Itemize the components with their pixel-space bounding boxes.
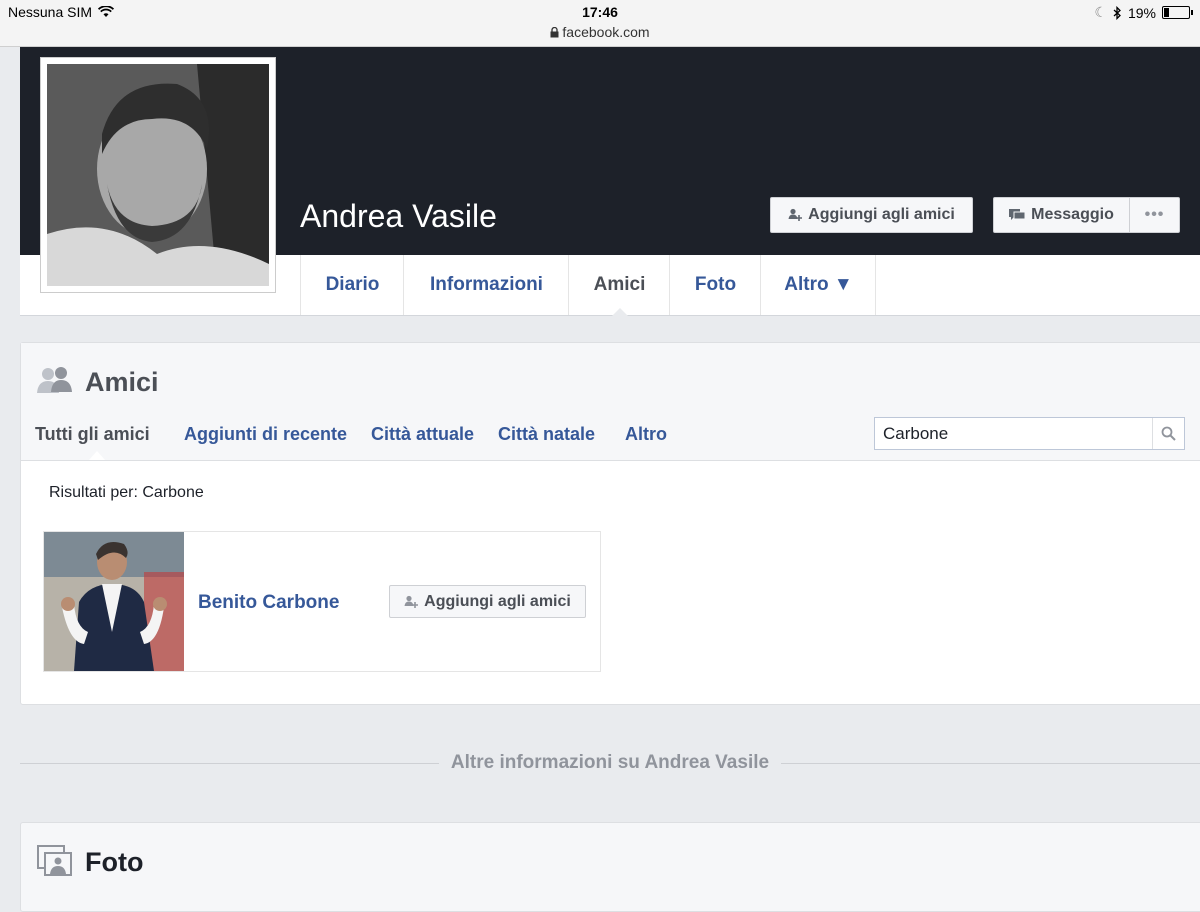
- clock: 17:46: [582, 4, 618, 20]
- tab-label: Informazioni: [430, 274, 543, 295]
- status-bar: Nessuna SIM 17:46 facebook.com ☾ 19%: [0, 0, 1200, 47]
- tab-diario[interactable]: Diario: [300, 255, 404, 315]
- profile-name: Andrea Vasile: [300, 198, 497, 234]
- more-info-heading: Altre informazioni su Andrea Vasile: [0, 752, 1200, 774]
- photos-section: Foto: [20, 822, 1200, 912]
- subtab-recently-added[interactable]: Aggiunti di recente: [184, 424, 347, 445]
- lock-icon: [550, 26, 559, 38]
- url-text: facebook.com: [562, 24, 650, 40]
- friend-name-link[interactable]: Benito Carbone: [198, 592, 339, 614]
- tab-label: Foto: [694, 274, 737, 295]
- address-bar[interactable]: facebook.com: [0, 24, 1200, 40]
- message-icon: [1009, 208, 1026, 220]
- photos-title: Foto: [85, 847, 144, 877]
- more-info-text: Altre informazioni su Andrea Vasile: [438, 752, 782, 773]
- tab-divider: [875, 255, 876, 315]
- friends-title: Amici: [85, 367, 159, 397]
- subtab-current-city[interactable]: Città attuale: [371, 424, 474, 445]
- message-label: Messaggio: [1031, 206, 1114, 223]
- subtab-more[interactable]: Altro: [625, 424, 667, 445]
- tab-amici[interactable]: Amici: [568, 255, 670, 316]
- friends-search: [874, 417, 1185, 450]
- moon-icon: ☾: [1094, 4, 1107, 20]
- friends-header: Amici Tutti gli amici Aggiunti di recent…: [21, 343, 1200, 461]
- results-label: Risultati per: Carbone: [49, 484, 204, 501]
- profile-photo-image: [47, 64, 269, 286]
- photos-icon: [37, 845, 72, 876]
- subtab-all-friends[interactable]: Tutti gli amici: [35, 424, 150, 445]
- add-friend-label: Aggiungi agli amici: [808, 206, 955, 223]
- ellipsis-icon: •••: [1144, 206, 1165, 223]
- friend-result: Benito Carbone Aggiungi agli amici: [43, 531, 601, 672]
- more-options-button[interactable]: •••: [1129, 197, 1180, 233]
- search-button[interactable]: [1152, 418, 1184, 449]
- tab-label: Altro ▼: [784, 274, 853, 295]
- add-friend-icon: [788, 208, 803, 221]
- friend-photo-art: [44, 532, 184, 671]
- friends-icon: [37, 367, 72, 393]
- active-subtab-caret: [89, 451, 105, 460]
- bluetooth-icon: [1113, 5, 1121, 20]
- profile-photo-art: [47, 64, 269, 286]
- tab-label: Diario: [325, 274, 380, 295]
- tab-informazioni[interactable]: Informazioni: [403, 255, 569, 315]
- tab-label: Amici: [593, 274, 646, 295]
- profile-picture[interactable]: [40, 57, 276, 293]
- friend-add-button[interactable]: Aggiungi agli amici: [389, 585, 586, 618]
- tab-foto[interactable]: Foto: [669, 255, 761, 315]
- friends-section: Amici Tutti gli amici Aggiunti di recent…: [20, 342, 1200, 705]
- friends-search-input[interactable]: [875, 418, 1153, 449]
- friend-add-label: Aggiungi agli amici: [424, 592, 571, 610]
- message-button[interactable]: Messaggio: [993, 197, 1130, 233]
- status-right: ☾ 19%: [1094, 4, 1193, 21]
- search-icon: [1161, 426, 1176, 441]
- add-friend-icon: [404, 595, 419, 608]
- tab-altro[interactable]: Altro ▼: [760, 255, 876, 315]
- battery-icon: [1162, 6, 1193, 19]
- add-friend-button[interactable]: Aggiungi agli amici: [770, 197, 973, 233]
- battery-percent: 19%: [1127, 4, 1156, 21]
- friend-avatar[interactable]: [44, 532, 184, 671]
- subtab-hometown[interactable]: Città natale: [498, 424, 595, 445]
